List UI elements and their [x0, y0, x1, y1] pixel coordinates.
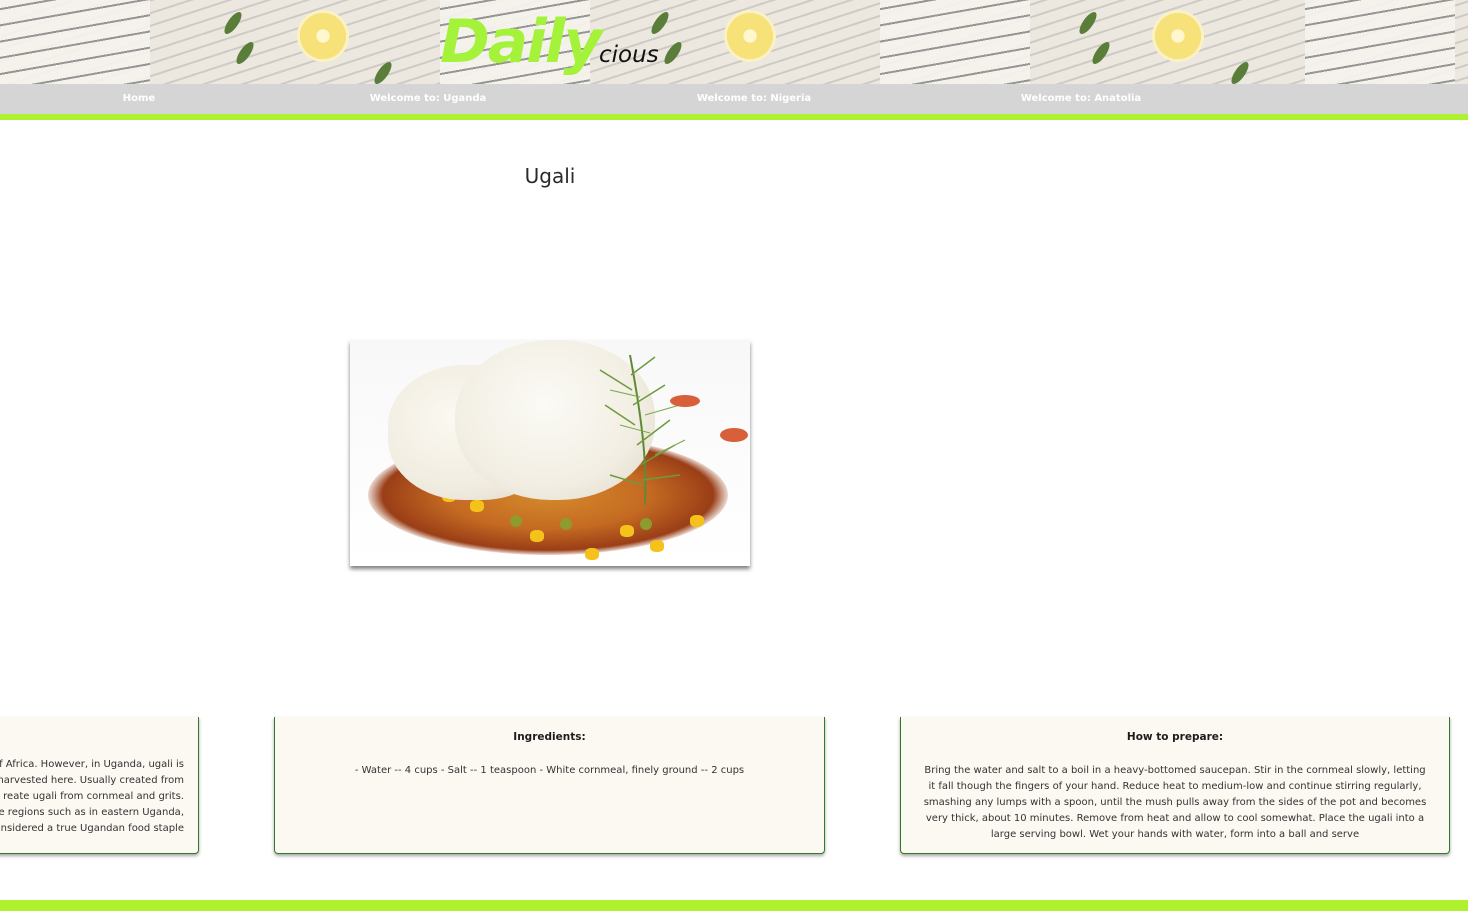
- intro-line: e harvested here. Usually created from: [0, 775, 184, 786]
- ugali-dish-image: [350, 340, 750, 566]
- corn-kernel-icon: [530, 530, 544, 542]
- corn-kernel-icon: [620, 525, 634, 537]
- banner-towel-decoration: [1305, 0, 1455, 84]
- pea-icon: [640, 518, 652, 530]
- intro-line: ome regions such as in eastern Uganda,: [0, 807, 184, 818]
- page-title: Ugali: [524, 164, 576, 188]
- pea-icon: [560, 518, 572, 530]
- herb-leaf-icon: [221, 9, 245, 37]
- corn-kernel-icon: [650, 540, 664, 552]
- intro-card: of Africa. However, in Uganda, ugali is …: [0, 717, 199, 854]
- intro-line: of Africa. However, in Uganda, ugali is: [0, 759, 184, 770]
- preparation-text: Bring the water and salt to a boil in a …: [923, 765, 1427, 840]
- lemon-icon: [727, 13, 773, 59]
- sauce-splash: [670, 395, 700, 407]
- nav-link-home[interactable]: Home: [123, 84, 155, 114]
- herb-leaf-icon: [371, 59, 395, 84]
- intro-card-text: of Africa. However, in Uganda, ugali is …: [0, 757, 184, 837]
- nav-link-anatolia[interactable]: Welcome to: Anatolia: [1021, 84, 1141, 114]
- header-banner: Daily cious: [0, 0, 1468, 84]
- pea-icon: [510, 515, 522, 527]
- herb-leaf-icon: [648, 9, 672, 37]
- herb-leaf-icon: [1076, 9, 1100, 37]
- ingredients-title: Ingredients:: [513, 731, 586, 743]
- ingredients-card: Ingredients: - Water -- 4 cups - Salt --…: [274, 717, 825, 854]
- herb-leaf-icon: [1089, 39, 1113, 67]
- dill-garnish-icon: [599, 354, 686, 505]
- main-navigation: Home Welcome to: Uganda Welcome to: Nige…: [0, 84, 1468, 120]
- corn-kernel-icon: [585, 548, 599, 560]
- nav-link-uganda[interactable]: Welcome to: Uganda: [370, 84, 487, 114]
- nav-link-nigeria[interactable]: Welcome to: Nigeria: [697, 84, 811, 114]
- herb-leaf-icon: [233, 39, 257, 67]
- corn-kernel-icon: [690, 515, 704, 527]
- intro-line: reate ugali from cornmeal and grits.: [3, 791, 184, 802]
- banner-towel-decoration: [880, 0, 1030, 84]
- ingredients-text: - Water -- 4 cups - Salt -- 1 teaspoon -…: [354, 765, 745, 776]
- footer-accent-bar: [0, 900, 1468, 911]
- preparation-card: How to prepare: Bring the water and salt…: [900, 717, 1450, 854]
- logo-cious-text[interactable]: cious: [599, 40, 659, 70]
- lemon-icon: [300, 13, 346, 59]
- corn-kernel-icon: [470, 500, 484, 512]
- herb-leaf-icon: [1228, 59, 1252, 84]
- lemon-icon: [1155, 13, 1201, 59]
- preparation-title: How to prepare:: [1126, 731, 1224, 743]
- logo-daily-text[interactable]: Daily: [440, 2, 603, 82]
- sauce-splash: [720, 428, 748, 442]
- banner-towel-decoration: [0, 0, 150, 84]
- herb-leaf-icon: [661, 39, 685, 67]
- intro-line: nsidered a true Ugandan food staple: [0, 823, 184, 834]
